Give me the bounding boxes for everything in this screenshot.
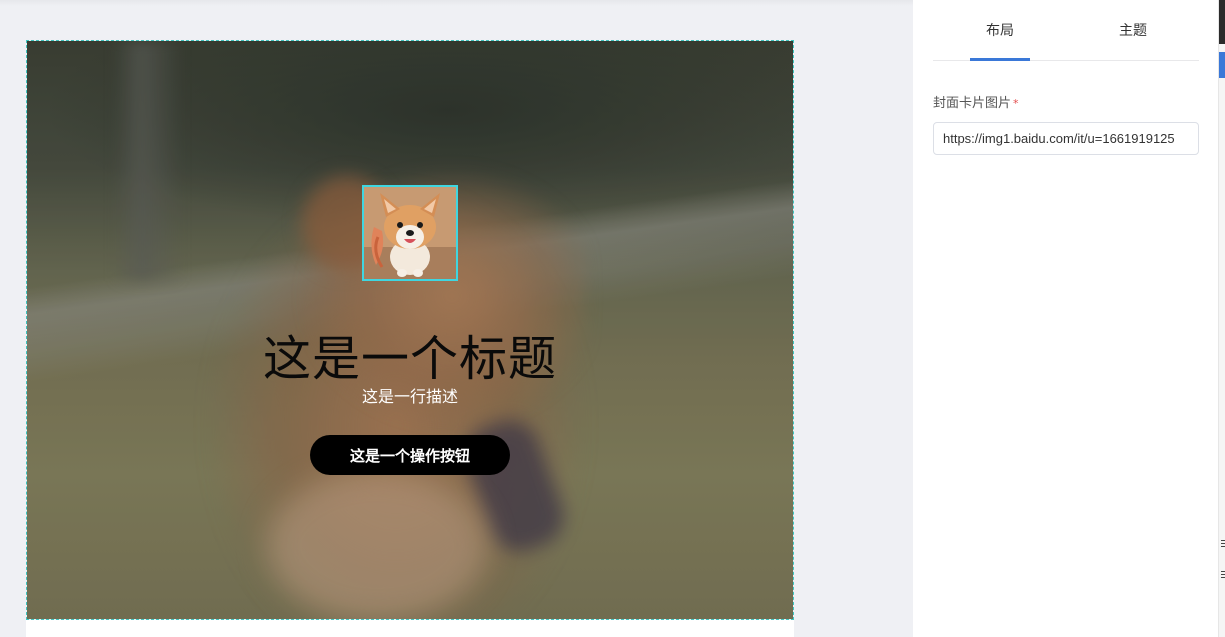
- panel-tabs: 布局 主题: [933, 0, 1199, 61]
- tab-theme[interactable]: 主题: [1119, 20, 1147, 40]
- canvas-top-strip: [0, 0, 913, 6]
- properties-panel: 布局 主题 封面卡片图片 *: [913, 0, 1218, 637]
- required-marker: *: [1013, 97, 1019, 110]
- tab-layout[interactable]: 布局: [986, 20, 1014, 40]
- card-action-button[interactable]: 这是一个操作按钮: [310, 435, 510, 475]
- cover-card[interactable]: 这是一个标题 这是一行描述 这是一个操作按钮: [26, 40, 794, 620]
- cover-avatar-image[interactable]: [362, 185, 458, 281]
- cover-image-url-input[interactable]: [933, 122, 1199, 155]
- editor-canvas: 这是一个标题 这是一行描述 这是一个操作按钮: [0, 0, 913, 637]
- cover-image-field-label: 封面卡片图片 *: [933, 92, 1019, 111]
- corgi-avatar-picture: [364, 187, 456, 279]
- card-title: 这是一个标题: [262, 331, 557, 387]
- card-description: 这是一行描述: [361, 387, 458, 406]
- adjacent-window-edge: [1218, 0, 1225, 637]
- active-tab-indicator: [970, 58, 1030, 61]
- canvas-next-section: [26, 620, 794, 637]
- cover-image-label-text: 封面卡片图片: [933, 96, 1012, 111]
